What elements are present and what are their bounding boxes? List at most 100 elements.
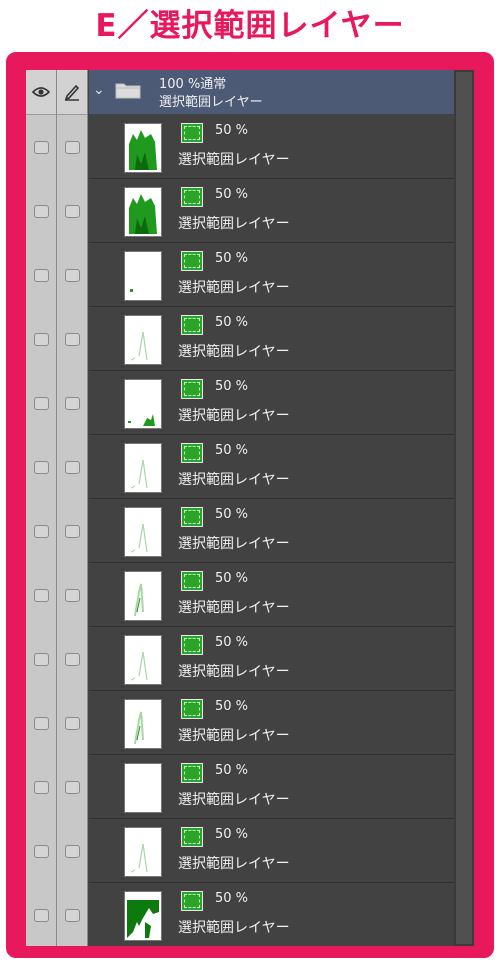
- visibility-toggle[interactable]: [34, 589, 49, 602]
- layer-opacity: 50 %: [215, 571, 249, 586]
- layer-thumbnail: [124, 635, 162, 685]
- layer-row[interactable]: 50 % 選択範囲レイヤー: [89, 371, 468, 435]
- layer-mask-icon[interactable]: [181, 891, 203, 911]
- layer-mask-icon[interactable]: [181, 443, 203, 463]
- edit-lock-toggle[interactable]: [65, 909, 80, 922]
- visibility-toggle[interactable]: [34, 653, 49, 666]
- layer-mask-icon[interactable]: [181, 827, 203, 847]
- layer-panel: ⌄ 100 %通常 選択範囲レイヤー 50 % 選択範囲レイヤー 50 % 選択範囲レ…: [26, 70, 468, 946]
- visibility-toggle[interactable]: [34, 397, 49, 410]
- layer-folder-row[interactable]: ⌄ 100 %通常 選択範囲レイヤー: [89, 70, 468, 114]
- layer-name: 選択範囲レイヤー: [178, 344, 290, 360]
- layer-row[interactable]: 50 % 選択範囲レイヤー: [89, 563, 468, 627]
- layer-mask-icon[interactable]: [181, 251, 203, 271]
- folder-blend-mode: 100 %通常: [159, 77, 227, 92]
- layer-opacity: 50 %: [215, 315, 249, 330]
- layer-mask-icon[interactable]: [181, 699, 203, 719]
- layer-opacity: 50 %: [215, 379, 249, 394]
- layer-thumbnail: [124, 763, 162, 813]
- layer-row[interactable]: 50 % 選択範囲レイヤー: [89, 115, 468, 179]
- folder-icon: [115, 83, 141, 99]
- layer-row[interactable]: 50 % 選択範囲レイヤー: [89, 627, 468, 691]
- layer-name: 選択範囲レイヤー: [178, 664, 290, 680]
- layer-name: 選択範囲レイヤー: [178, 152, 290, 168]
- edit-lock-toggle[interactable]: [65, 269, 80, 282]
- layer-thumbnail: [124, 187, 162, 237]
- layer-thumbnail: [124, 699, 162, 749]
- layer-row[interactable]: 50 % 選択範囲レイヤー: [89, 435, 468, 499]
- edit-lock-toggle[interactable]: [65, 589, 80, 602]
- layer-thumbnail: [124, 315, 162, 365]
- layer-thumbnail: [124, 251, 162, 301]
- edit-header[interactable]: [57, 70, 87, 115]
- layer-opacity: 50 %: [215, 827, 249, 842]
- edit-lock-toggle[interactable]: [65, 717, 80, 730]
- layer-panel-frame: ⌄ 100 %通常 選択範囲レイヤー 50 % 選択範囲レイヤー 50 % 選択範囲レ…: [6, 52, 494, 958]
- layer-name: 選択範囲レイヤー: [178, 792, 290, 808]
- layer-mask-icon[interactable]: [181, 187, 203, 207]
- layer-mask-icon[interactable]: [181, 763, 203, 783]
- layer-name: 選択範囲レイヤー: [178, 600, 290, 616]
- layer-opacity: 50 %: [215, 187, 249, 202]
- edit-lock-toggle[interactable]: [65, 205, 80, 218]
- layer-row[interactable]: 50 % 選択範囲レイヤー: [89, 243, 468, 307]
- layer-name: 選択範囲レイヤー: [178, 408, 290, 424]
- layer-opacity: 50 %: [215, 891, 249, 906]
- layer-row[interactable]: 50 % 選択範囲レイヤー: [89, 307, 468, 371]
- layer-thumbnail: [124, 443, 162, 493]
- chevron-down-icon[interactable]: ⌄: [93, 82, 105, 98]
- visibility-toggle[interactable]: [34, 717, 49, 730]
- layer-opacity: 50 %: [215, 251, 249, 266]
- layer-opacity: 50 %: [215, 699, 249, 714]
- layer-row[interactable]: 50 % 選択範囲レイヤー: [89, 883, 468, 946]
- visibility-column: [26, 70, 57, 946]
- layer-thumbnail: [124, 891, 162, 941]
- edit-lock-toggle[interactable]: [65, 845, 80, 858]
- pen-icon: [64, 84, 80, 101]
- eye-icon: [32, 87, 50, 97]
- layer-opacity: 50 %: [215, 443, 249, 458]
- visibility-toggle[interactable]: [34, 525, 49, 538]
- visibility-toggle[interactable]: [34, 333, 49, 346]
- edit-lock-toggle[interactable]: [65, 461, 80, 474]
- scrollbar-thumb[interactable]: [456, 72, 472, 944]
- layer-row[interactable]: 50 % 選択範囲レイヤー: [89, 499, 468, 563]
- layer-row[interactable]: 50 % 選択範囲レイヤー: [89, 755, 468, 819]
- layer-name: 選択範囲レイヤー: [178, 280, 290, 296]
- layer-mask-icon[interactable]: [181, 315, 203, 335]
- visibility-toggle[interactable]: [34, 781, 49, 794]
- visibility-toggle[interactable]: [34, 461, 49, 474]
- layer-opacity: 50 %: [215, 507, 249, 522]
- visibility-toggle[interactable]: [34, 205, 49, 218]
- layer-name: 選択範囲レイヤー: [178, 856, 290, 872]
- layer-mask-icon[interactable]: [181, 379, 203, 399]
- layer-row[interactable]: 50 % 選択範囲レイヤー: [89, 691, 468, 755]
- layer-name: 選択範囲レイヤー: [178, 216, 290, 232]
- edit-lock-toggle[interactable]: [65, 781, 80, 794]
- layer-thumbnail: [124, 507, 162, 557]
- layer-row[interactable]: 50 % 選択範囲レイヤー: [89, 179, 468, 243]
- layer-row[interactable]: 50 % 選択範囲レイヤー: [89, 819, 468, 883]
- folder-name: 選択範囲レイヤー: [159, 95, 263, 110]
- edit-lock-toggle[interactable]: [65, 525, 80, 538]
- layer-mask-icon[interactable]: [181, 507, 203, 527]
- page-title: E／選択範囲レイヤー: [95, 8, 405, 44]
- layer-mask-icon[interactable]: [181, 635, 203, 655]
- edit-lock-toggle[interactable]: [65, 653, 80, 666]
- layer-thumbnail: [124, 123, 162, 173]
- visibility-toggle[interactable]: [34, 909, 49, 922]
- edit-lock-toggle[interactable]: [65, 397, 80, 410]
- edit-lock-toggle[interactable]: [65, 141, 80, 154]
- layer-name: 選択範囲レイヤー: [178, 920, 290, 936]
- layer-mask-icon[interactable]: [181, 571, 203, 591]
- visibility-toggle[interactable]: [34, 845, 49, 858]
- visibility-toggle[interactable]: [34, 269, 49, 282]
- layer-thumbnail: [124, 379, 162, 429]
- layer-mask-icon[interactable]: [181, 123, 203, 143]
- edit-lock-toggle[interactable]: [65, 333, 80, 346]
- visibility-header[interactable]: [26, 70, 56, 115]
- visibility-toggle[interactable]: [34, 141, 49, 154]
- layer-thumbnail: [124, 571, 162, 621]
- layer-name: 選択範囲レイヤー: [178, 536, 290, 552]
- scrollbar[interactable]: [454, 70, 474, 946]
